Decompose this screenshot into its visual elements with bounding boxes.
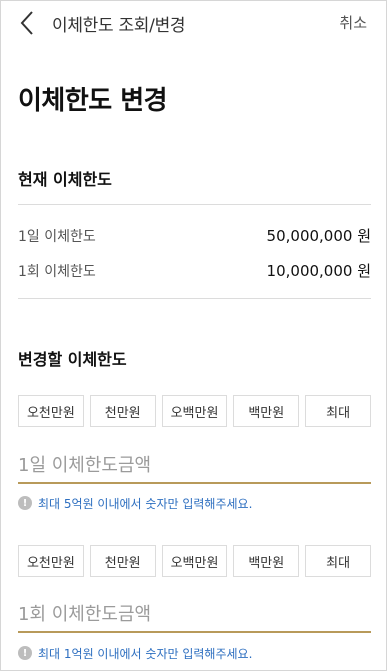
per-tx-max-button[interactable]: 최대 [305,545,371,577]
daily-10m-button[interactable]: 천만원 [89,395,156,427]
info-icon: ! [18,646,32,660]
current-limit-title: 현재 이체한도 [18,170,112,189]
per-transaction-limit-hint-text: 최대 1억원 이내에서 숫자만 입력해주세요. [38,646,253,661]
daily-quick-amount-buttons: 오천만원 천만원 오백만원 백만원 최대 [18,395,371,427]
daily-limit-hint: ! 최대 5억원 이내에서 숫자만 입력해주세요. [18,494,371,512]
header-title: 이체한도 조회/변경 [52,16,186,36]
per-transaction-limit-value: 10,000,000 원 [266,262,371,280]
per-tx-10m-button[interactable]: 천만원 [89,545,156,577]
daily-limit-hint-text: 최대 5억원 이내에서 숫자만 입력해주세요. [38,496,253,511]
per-tx-1m-button[interactable]: 백만원 [233,545,300,577]
per-transaction-limit-input[interactable] [18,597,371,633]
cancel-button[interactable]: 취소 [339,12,367,33]
per-transaction-limit-label: 1회 이체한도 [18,264,96,280]
per-transaction-limit-hint: ! 최대 1억원 이내에서 숫자만 입력해주세요. [18,644,371,662]
change-limit-title: 변경할 이체한도 [18,350,127,369]
daily-limit-label: 1일 이체한도 [18,229,96,245]
daily-limit-row: 1일 이체한도 50,000,000 원 [18,224,371,248]
daily-1m-button[interactable]: 백만원 [233,395,300,427]
daily-50m-button[interactable]: 오천만원 [18,395,84,427]
divider [18,298,371,299]
per-transaction-quick-amount-buttons: 오천만원 천만원 오백만원 백만원 최대 [18,545,371,577]
daily-5m-button[interactable]: 오백만원 [161,395,228,427]
back-button[interactable] [14,8,44,38]
divider [18,204,371,205]
daily-max-button[interactable]: 최대 [305,395,371,427]
daily-limit-input[interactable] [18,448,371,484]
page-title: 이체한도 변경 [18,86,168,116]
per-transaction-limit-row: 1회 이체한도 10,000,000 원 [18,259,371,283]
per-tx-5m-button[interactable]: 오백만원 [161,545,228,577]
daily-limit-value: 50,000,000 원 [266,227,371,245]
chevron-left-icon [20,11,33,35]
per-tx-50m-button[interactable]: 오천만원 [18,545,84,577]
top-bar: 이체한도 조회/변경 취소 [0,0,387,46]
info-icon: ! [18,496,32,510]
